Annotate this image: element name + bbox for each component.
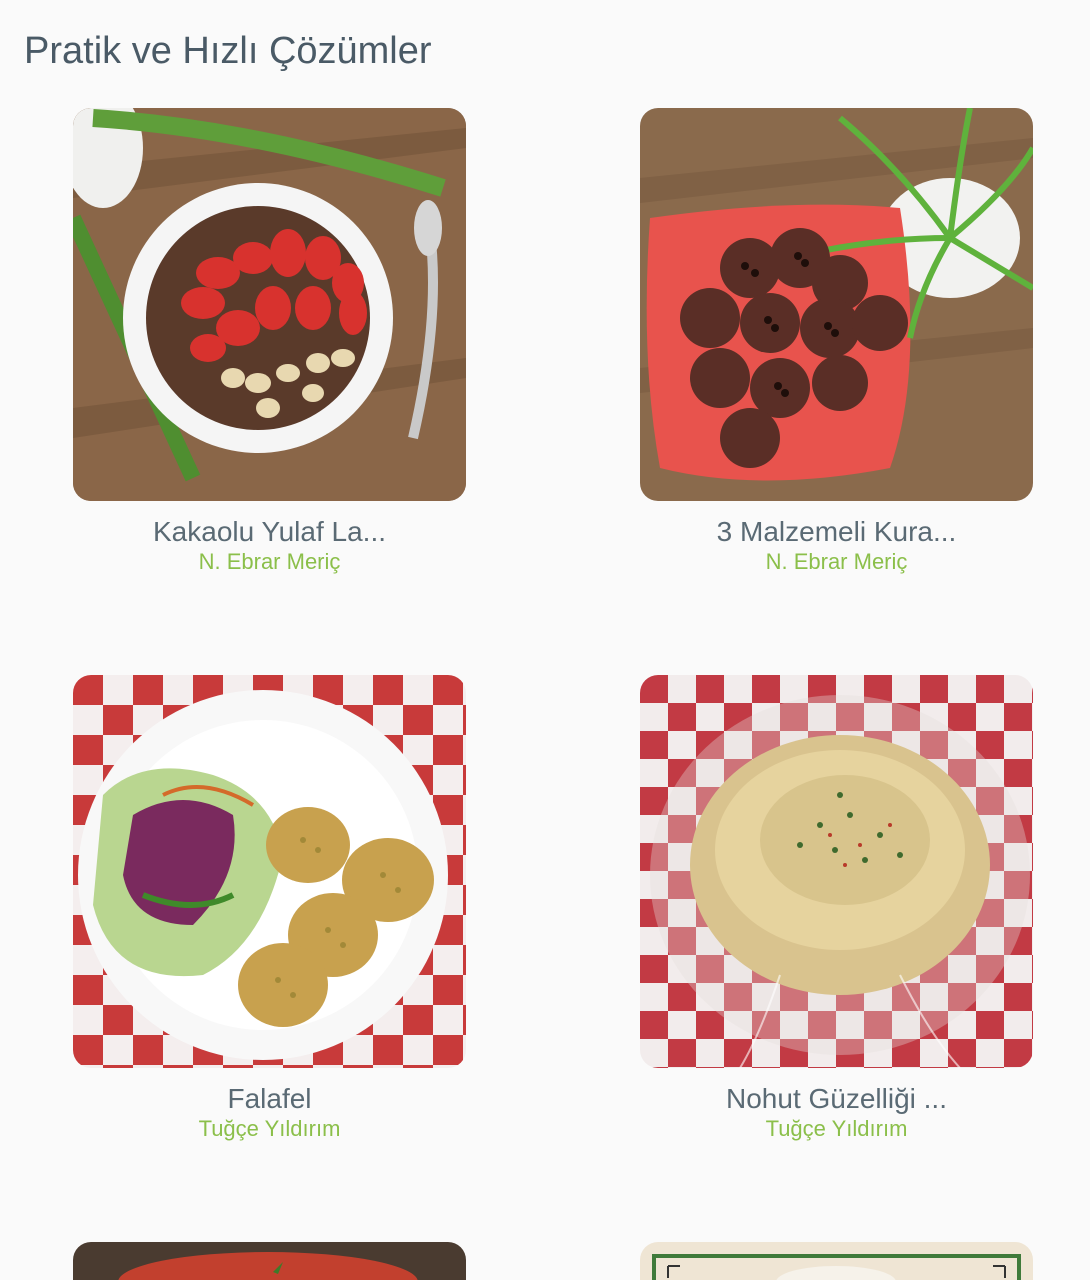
recipe-title[interactable]: Nohut Güzelliği ... (640, 1082, 1033, 1116)
recipe-card[interactable] (73, 1242, 466, 1280)
recipe-author[interactable]: N. Ebrar Meriç (73, 549, 466, 575)
recipe-title[interactable]: Kakaolu Yulaf La... (73, 515, 466, 549)
red-dish-photo (73, 1242, 466, 1280)
recipe-image[interactable] (640, 1242, 1033, 1280)
recipe-title[interactable]: 3 Malzemeli Kura... (640, 515, 1033, 549)
recipe-author[interactable]: N. Ebrar Meriç (640, 549, 1033, 575)
recipe-card[interactable] (640, 1242, 1033, 1280)
recipe-card[interactable]: Kakaolu Yulaf La... N. Ebrar Meriç (73, 108, 466, 575)
recipe-card[interactable]: Falafel Tuğçe Yıldırım (73, 675, 466, 1142)
recipe-image[interactable] (73, 1242, 466, 1280)
recipe-title[interactable]: Falafel (73, 1082, 466, 1116)
framed-dish-photo (640, 1242, 1033, 1280)
hummus-photo (640, 675, 1033, 1068)
recipe-author[interactable]: Tuğçe Yıldırım (73, 1116, 466, 1142)
recipe-image[interactable] (73, 675, 466, 1068)
recipe-image[interactable] (640, 675, 1033, 1068)
section-title: Pratik ve Hızlı Çözümler (24, 30, 432, 72)
recipe-card[interactable]: Nohut Güzelliği ... Tuğçe Yıldırım (640, 675, 1033, 1142)
recipe-image[interactable] (640, 108, 1033, 501)
recipe-card[interactable]: 3 Malzemeli Kura... N. Ebrar Meriç (640, 108, 1033, 575)
recipe-section: Pratik ve Hızlı Çözümler Kakaolu Yulaf L… (0, 0, 1090, 1280)
recipe-author[interactable]: Tuğçe Yıldırım (640, 1116, 1033, 1142)
falafel-photo (73, 675, 466, 1068)
chocolate-oatmeal-photo (73, 108, 466, 501)
chocolate-cookies-photo (640, 108, 1033, 501)
recipe-image[interactable] (73, 108, 466, 501)
